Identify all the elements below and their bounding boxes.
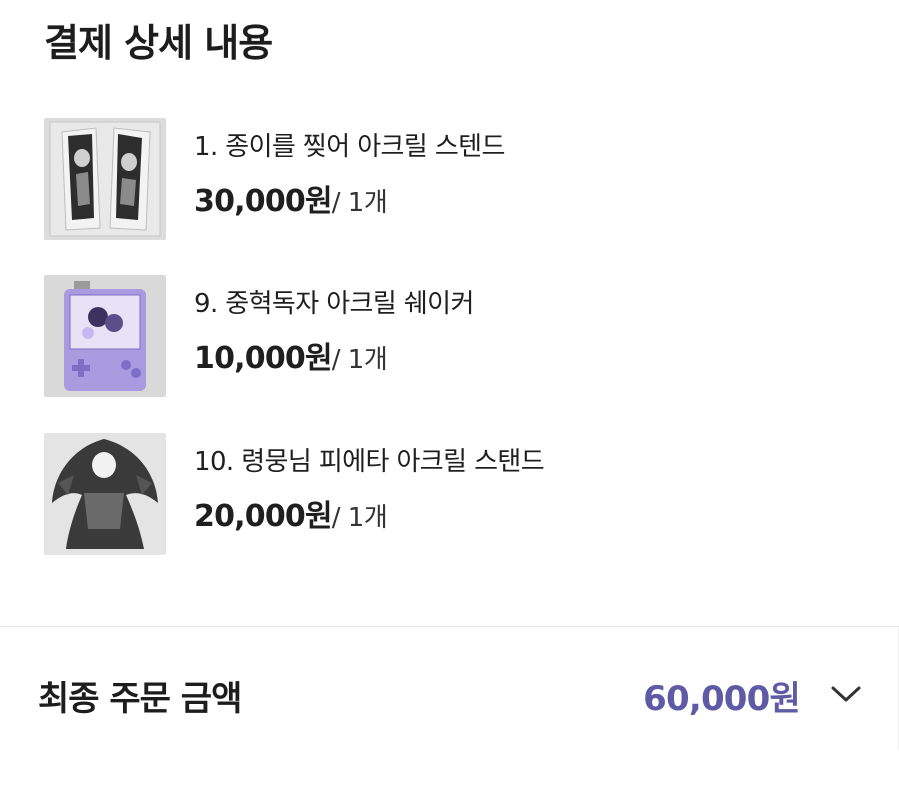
acrylic-stand-photo-icon xyxy=(44,118,166,240)
item-thumbnail[interactable] xyxy=(44,275,166,397)
item-name[interactable]: 1. 종이를 찢어 아크릴 스텐드 xyxy=(194,126,505,163)
item-name[interactable]: 10. 령뭉님 피에타 아크릴 스탠드 xyxy=(194,441,545,478)
item-thumbnail[interactable] xyxy=(44,118,166,240)
bottom-spacer xyxy=(0,750,899,806)
item-quantity: / 1개 xyxy=(331,188,388,218)
order-item[interactable]: 10. 령뭉님 피에타 아크릴 스탠드 20,000원/ 1개 xyxy=(44,433,864,557)
total-label: 최종 주문 금액 xyxy=(38,679,242,719)
total-summary-bar[interactable]: 최종 주문 금액 60,000원 xyxy=(0,627,899,750)
item-price: 20,000원 xyxy=(194,499,333,534)
item-price: 30,000원 xyxy=(194,184,333,219)
acrylic-shaker-photo-icon xyxy=(44,275,166,397)
acrylic-stand-photo-icon xyxy=(44,433,166,555)
total-amount: 60,000원 xyxy=(643,679,801,719)
order-item[interactable]: 9. 중혁독자 아크릴 쉐이커 10,000원/ 1개 xyxy=(44,275,864,399)
expand-total-button[interactable] xyxy=(826,677,866,711)
chevron-down-icon xyxy=(831,686,861,702)
page-title: 결제 상세 내용 xyxy=(44,21,273,65)
item-name[interactable]: 9. 중혁독자 아크릴 쉐이커 xyxy=(194,283,474,320)
item-price-row: 10,000원/ 1개 xyxy=(194,333,388,377)
item-price-row: 20,000원/ 1개 xyxy=(194,491,388,535)
item-thumbnail[interactable] xyxy=(44,433,166,555)
item-price-row: 30,000원/ 1개 xyxy=(194,176,388,220)
item-price: 10,000원 xyxy=(194,341,333,376)
order-item[interactable]: 1. 종이를 찢어 아크릴 스텐드 30,000원/ 1개 xyxy=(44,118,864,242)
item-quantity: / 1개 xyxy=(331,345,388,375)
item-quantity: / 1개 xyxy=(331,503,388,533)
